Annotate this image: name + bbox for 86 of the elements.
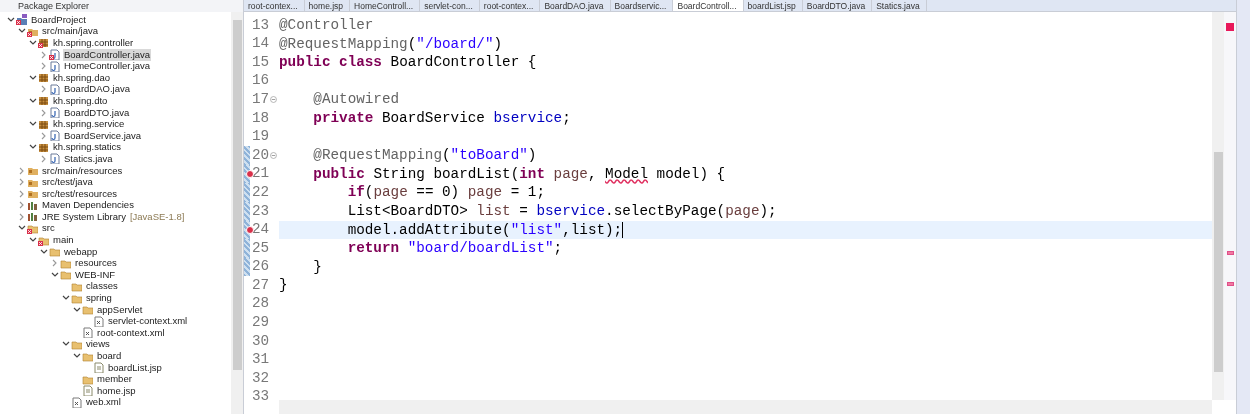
editor-tab[interactable]: root-contex...: [244, 0, 305, 11]
line-number: 29: [252, 313, 270, 333]
tree-item[interactable]: src/test/java: [41, 176, 94, 189]
code-line: List<BoardDTO> list = bservice.selectByPage(page);: [346, 202, 777, 219]
line-number: 16: [252, 71, 270, 91]
code-line: @RequestMapping("/board/"): [279, 35, 503, 52]
editor-tab[interactable]: BoardControll...: [673, 0, 744, 11]
code-line: @Autowired: [312, 91, 400, 108]
code-line: return "board/boardList";: [346, 240, 563, 257]
editor-tab[interactable]: home.jsp: [304, 0, 351, 11]
tree-item[interactable]: src: [41, 222, 56, 235]
library-version: [JavaSE-1.8]: [129, 210, 185, 223]
line-number: 33: [252, 387, 270, 407]
code-line: public class BoardController {: [279, 54, 537, 71]
tree-item[interactable]: BoardDAO.java: [63, 83, 131, 96]
code-line: model.addAttribute("list",list);: [279, 221, 624, 238]
line-number: 17: [252, 89, 270, 109]
tree-item[interactable]: spring: [85, 292, 113, 305]
line-number: 27: [252, 275, 270, 295]
line-number: 32: [252, 368, 270, 388]
tree-item[interactable]: kh.spring.dao: [52, 71, 112, 84]
editor-tab[interactable]: Statics.java: [872, 0, 927, 11]
line-number: 30: [252, 331, 270, 351]
line-number: 21: [252, 164, 270, 184]
tree-item[interactable]: Maven Dependencies: [41, 199, 135, 212]
tree-item[interactable]: BoardDTO.java: [63, 106, 131, 119]
overview-error-mark: [1226, 251, 1234, 255]
tree-item[interactable]: JRE System Library: [41, 210, 127, 223]
tree-item[interactable]: Statics.java: [63, 152, 114, 165]
fold-toggle-icon[interactable]: [270, 151, 278, 159]
line-number: 31: [252, 350, 270, 370]
tree-item[interactable]: board: [96, 350, 123, 362]
tree-item[interactable]: WEB-INF: [74, 268, 117, 281]
scrollbar[interactable]: [1212, 12, 1224, 400]
code-line: }: [312, 258, 322, 275]
editor-tab[interactable]: boardList.jsp: [743, 0, 803, 11]
tree-item[interactable]: BoardController.java: [63, 48, 152, 61]
editor-tab[interactable]: HomeControll...: [350, 0, 421, 11]
fold-toggle-icon[interactable]: [270, 96, 278, 104]
tree-item[interactable]: src/main/java: [41, 25, 99, 38]
editor-tab[interactable]: servlet-con...: [420, 0, 480, 11]
tree-item[interactable]: webapp: [63, 245, 99, 258]
tree-item[interactable]: kh.spring.statics: [52, 141, 123, 154]
tree-item[interactable]: web.xml: [85, 396, 122, 409]
error-indicator-icon: [1226, 23, 1234, 31]
editor-tab[interactable]: BoardDAO.java: [540, 0, 611, 11]
tree-item[interactable]: home.jsp: [96, 384, 137, 397]
tree-item[interactable]: appServlet: [96, 303, 144, 316]
tree-item[interactable]: views: [85, 338, 111, 351]
tree-item[interactable]: BoardProject: [30, 13, 87, 26]
code-line: }: [279, 277, 288, 294]
line-number: 13: [252, 15, 270, 35]
code-line: private BoardService bservice;: [312, 109, 571, 126]
tree-item[interactable]: main: [52, 234, 75, 247]
tree-item[interactable]: src/test/resources: [41, 187, 118, 200]
tree-item[interactable]: boardList.jsp: [107, 361, 163, 374]
tree-item[interactable]: HomeController.java: [63, 60, 152, 73]
tree-item[interactable]: classes: [85, 280, 119, 293]
line-number: 28: [252, 294, 270, 314]
scrollbar[interactable]: [231, 12, 243, 414]
line-number: 19: [252, 127, 270, 147]
tree-item[interactable]: root-context.xml: [96, 326, 166, 339]
tree-item[interactable]: member: [96, 373, 133, 386]
code-line: if(page == 0) page = 1;: [346, 184, 545, 201]
tree-item[interactable]: src/main/resources: [41, 164, 124, 177]
tree-item[interactable]: servlet-context.xml: [107, 315, 189, 328]
line-number: 23: [252, 201, 270, 221]
line-number: 25: [252, 238, 270, 258]
overview-error-mark: [1226, 282, 1234, 286]
line-number: 24: [252, 220, 270, 240]
line-number: 15: [252, 52, 270, 72]
code-line: public String boardList(int page, Model model) {: [312, 165, 726, 182]
line-number: 14: [252, 34, 270, 54]
line-number: 18: [252, 108, 270, 128]
editor-tab[interactable]: BoardDTO.java: [802, 0, 873, 11]
code-line: @RequestMapping("toBoard"): [312, 147, 537, 164]
tree-item[interactable]: kh.spring.controller: [52, 37, 135, 49]
code-line: @Controller: [279, 17, 374, 33]
editor-tab[interactable]: root-contex...: [479, 0, 541, 11]
tree-item[interactable]: kh.spring.service: [52, 118, 126, 131]
tree-item[interactable]: BoardService.java: [63, 129, 143, 142]
line-number: 22: [252, 182, 270, 202]
line-number: 20: [252, 145, 270, 165]
tree-item[interactable]: kh.spring.dto: [52, 94, 109, 107]
tree-item[interactable]: resources: [74, 257, 118, 270]
line-number: 26: [252, 257, 270, 277]
